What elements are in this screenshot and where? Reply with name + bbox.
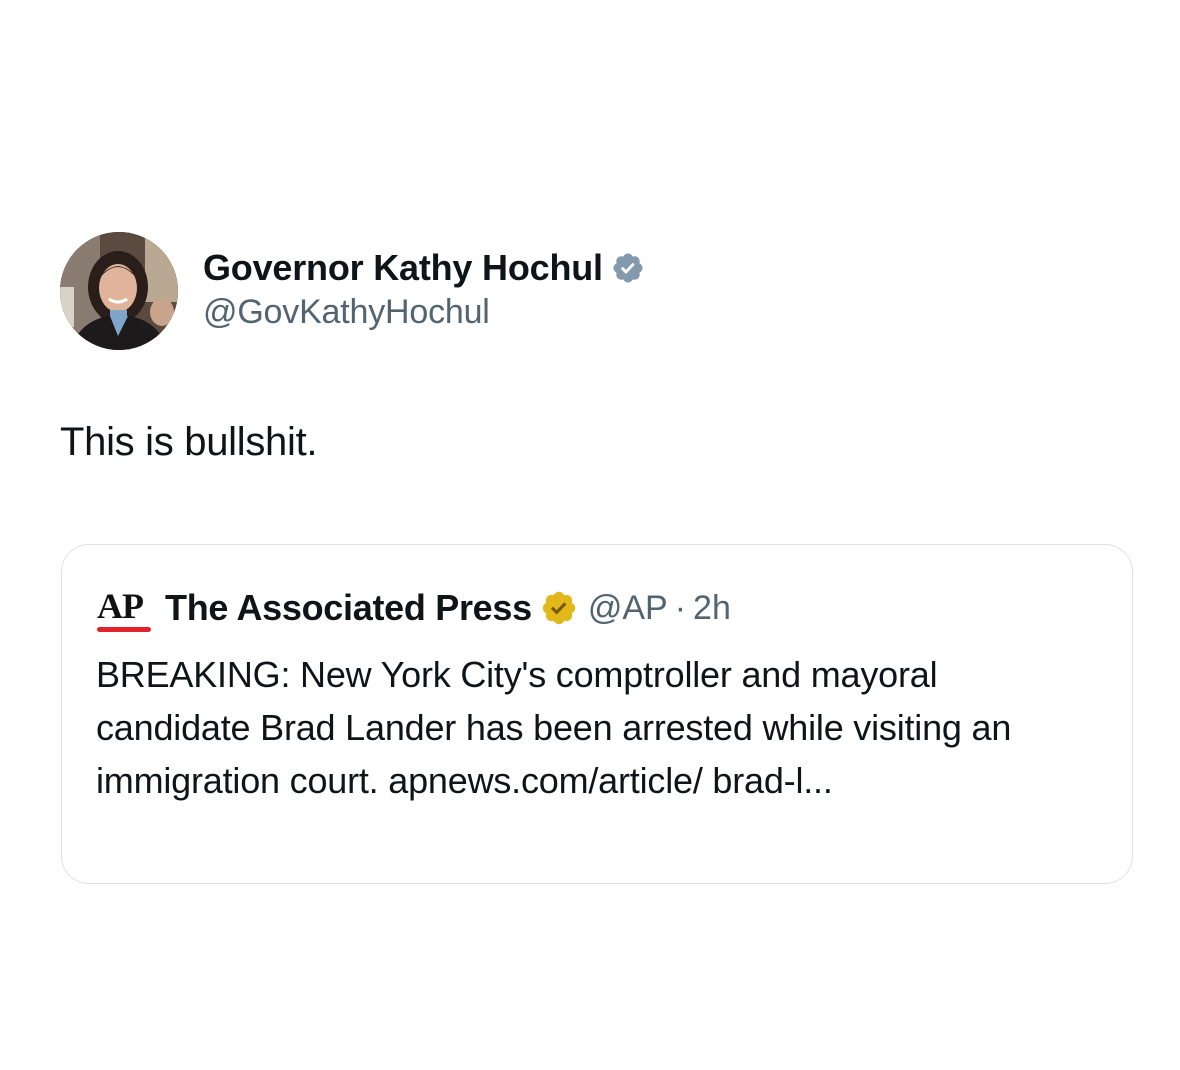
verified-gold-badge-icon	[540, 589, 578, 627]
ap-logo-text: AP	[97, 586, 144, 626]
quoted-tweet-header: AP The Associated Press @AP · 2h	[97, 583, 731, 633]
quoted-handle[interactable]: @AP	[588, 589, 668, 628]
tweet-author[interactable]: Governor Kathy Hochul @GovKathyHochul	[60, 232, 645, 350]
author-avatar[interactable]	[60, 232, 178, 350]
verified-badge-icon	[611, 251, 645, 285]
author-display-name[interactable]: Governor Kathy Hochul	[203, 247, 603, 289]
quoted-tweet-card[interactable]: AP The Associated Press @AP · 2h BREAKIN…	[61, 544, 1133, 884]
tweet-text: This is bullshit.	[60, 420, 318, 464]
quoted-display-name[interactable]: The Associated Press	[165, 587, 532, 629]
quoted-tweet-text: BREAKING: New York City's comptroller an…	[96, 654, 1012, 801]
tweet: Governor Kathy Hochul @GovKathyHochul Th…	[0, 0, 1180, 1070]
ap-logo-icon: AP	[97, 583, 153, 633]
separator-dot: ·	[674, 588, 687, 627]
author-handle[interactable]: @GovKathyHochul	[203, 293, 645, 332]
quoted-timestamp[interactable]: 2h	[693, 589, 731, 628]
avatar-photo	[60, 232, 178, 350]
ap-logo-underline	[97, 627, 151, 632]
